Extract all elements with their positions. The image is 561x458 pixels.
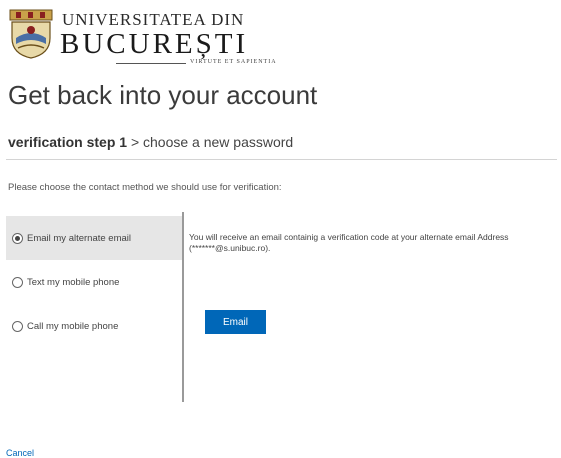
option-label: Text my mobile phone <box>27 276 120 288</box>
university-logo: UNIVERSITATEA DIN BUCUREȘTI VIRTUTE ET S… <box>6 6 276 65</box>
cancel-link[interactable]: Cancel <box>6 448 34 458</box>
step-breadcrumb: verification step 1 > choose a new passw… <box>8 134 293 150</box>
page-title: Get back into your account <box>8 80 318 110</box>
option-call-mobile[interactable]: Call my mobile phone <box>6 304 182 348</box>
radio-button-email[interactable] <box>12 232 23 244</box>
panel-divider <box>182 212 184 402</box>
current-step: verification step 1 <box>8 134 128 150</box>
logo-text-line1: UNIVERSITATEA DIN <box>62 10 245 29</box>
logo-motto: VIRTUTE ET SAPIENTIA <box>190 59 277 65</box>
logo-rule <box>116 63 186 64</box>
instruction-text: Please choose the contact method we shou… <box>8 182 282 193</box>
option-email-alternate[interactable]: Email my alternate email <box>6 216 182 260</box>
email-button[interactable]: Email <box>205 310 266 334</box>
logo-text-line2: BUCUREȘTI <box>60 28 249 60</box>
step-separator: > <box>130 134 140 150</box>
option-label: Call my mobile phone <box>27 320 119 332</box>
option-label: Email my alternate email <box>27 232 132 244</box>
divider <box>6 159 557 160</box>
radio-button-call[interactable] <box>12 320 23 332</box>
radio-button-text[interactable] <box>12 276 23 288</box>
contact-method-list: Email my alternate email Text my mobile … <box>6 212 182 400</box>
option-text-mobile[interactable]: Text my mobile phone <box>6 260 182 304</box>
next-step: choose a new password <box>143 134 294 150</box>
crest-icon <box>9 9 53 59</box>
verification-detail-text: You will receive an email containig a ve… <box>189 232 509 253</box>
